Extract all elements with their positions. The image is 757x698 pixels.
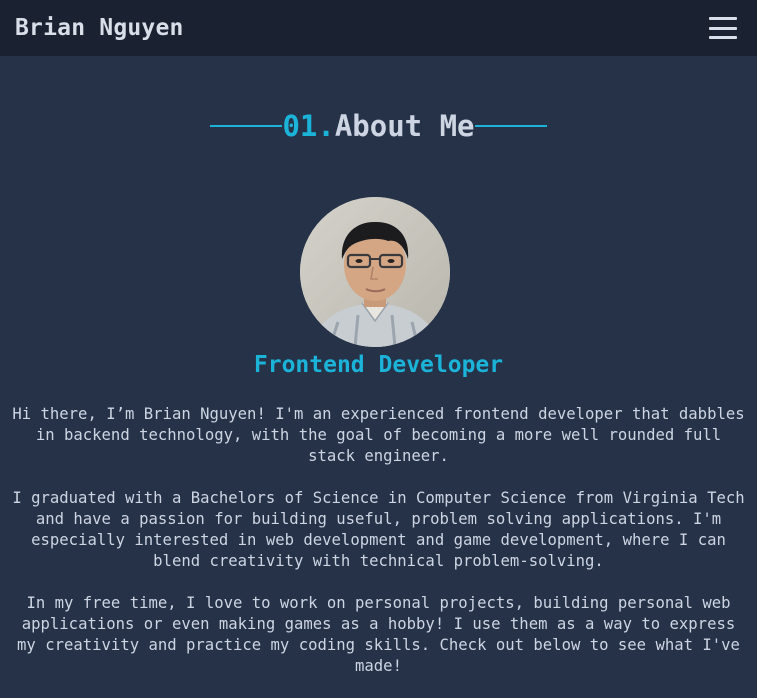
section-number: 01. bbox=[282, 109, 335, 143]
hamburger-bar bbox=[709, 17, 737, 20]
bio-text: Hi there, I’m Brian Nguyen! I'm an exper… bbox=[10, 404, 747, 698]
bio-paragraph: I graduated with a Bachelors of Science … bbox=[12, 489, 745, 570]
navbar: Brian Nguyen bbox=[0, 0, 757, 56]
section-title: About Me bbox=[334, 109, 475, 143]
role-title: Frontend Developer bbox=[253, 352, 504, 378]
hamburger-bar bbox=[709, 36, 737, 39]
avatar bbox=[300, 197, 450, 347]
heading-divider-right bbox=[474, 125, 547, 127]
hamburger-menu-icon[interactable] bbox=[709, 17, 737, 39]
bio-paragraph: In my free time, I love to work on perso… bbox=[17, 594, 740, 675]
hamburger-bar bbox=[709, 26, 737, 30]
avatar-photo bbox=[300, 197, 450, 347]
heading-divider-left bbox=[210, 125, 283, 127]
bio-paragraph: Hi there, I’m Brian Nguyen! I'm an exper… bbox=[12, 405, 745, 465]
brand-name[interactable]: Brian Nguyen bbox=[15, 15, 184, 41]
section-heading: 01. About Me bbox=[0, 108, 757, 144]
